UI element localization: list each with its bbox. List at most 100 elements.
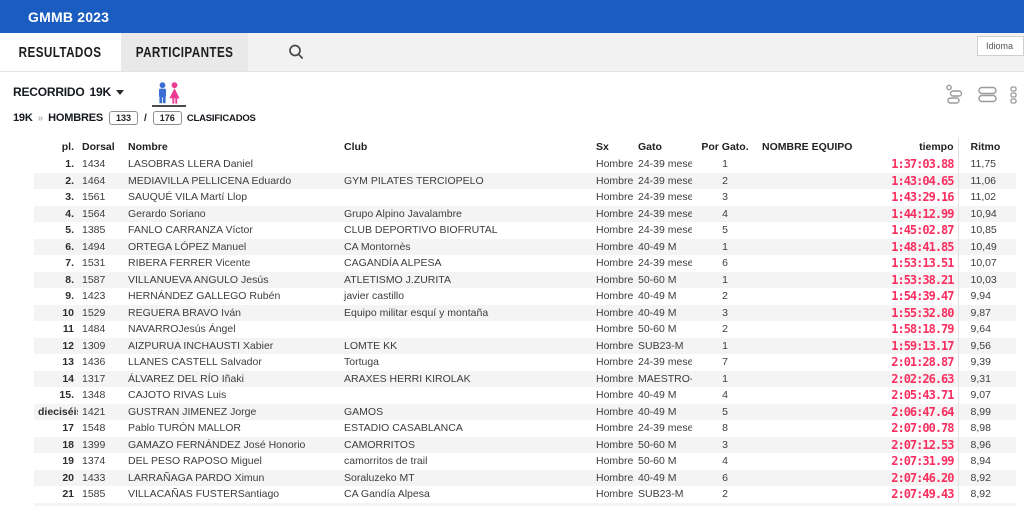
view-icons xyxy=(945,84,1018,105)
cell-equipo xyxy=(758,354,884,371)
cell-sx: Hombre xyxy=(592,404,634,421)
tab-participantes[interactable]: PARTICIPANTES xyxy=(121,33,248,71)
table-row[interactable]: 8.1587VILLANUEVA ANGULO JesúsATLETISMO J… xyxy=(34,272,1016,289)
cell-por_gato: 2 xyxy=(692,321,758,338)
table-row[interactable]: 211585VILLACAÑAS FUSTERSantiagoCA Gandía… xyxy=(34,486,1016,503)
cell-por_gato: 1 xyxy=(692,239,758,256)
list-view-button[interactable] xyxy=(978,85,997,104)
cell-club: Soraluzeko MT xyxy=(340,470,592,487)
cell-ritmo: 9,39 xyxy=(958,354,1016,371)
table-row[interactable]: 5.1385FANLO CARRANZA VíctorCLUB DEPORTIV… xyxy=(34,222,1016,239)
cell-sx: Hombre xyxy=(592,288,634,305)
header-row: pl.DorsalNombreClubSxGatoPor Gato.NOMBRE… xyxy=(34,137,1016,156)
cell-ritmo: 9,07 xyxy=(958,387,1016,404)
ranking-view-button[interactable] xyxy=(945,84,965,105)
tab-resultados-label: RESULTADOS xyxy=(19,44,102,61)
cell-club: ARAXES HERRI KIROLAK xyxy=(340,371,592,388)
cell-gato: MAESTRO-M xyxy=(634,371,692,388)
cell-tiempo: 1:59:13.17 xyxy=(884,338,958,355)
cell-tiempo: 1:55:32.80 xyxy=(884,305,958,322)
table-row[interactable]: 15.1348CAJOTO RIVAS LuisHombre40-49 M42:… xyxy=(34,387,1016,404)
cell-nombre: RIBERA FERRER Vicente xyxy=(124,255,340,272)
cell-club: Tortuga xyxy=(340,354,592,371)
table-row[interactable]: 9.1423HERNÁNDEZ GALLEGO Rubénjavier cast… xyxy=(34,288,1016,305)
cell-nombre: VILLANUEVA ANGULO Jesús xyxy=(124,272,340,289)
cell-gato: 40-49 M xyxy=(634,288,692,305)
cell-ritmo: 11,06 xyxy=(958,173,1016,190)
cell-dorsal: 1309 xyxy=(78,338,124,355)
cell-club: CA Gandía Alpesa xyxy=(340,486,592,503)
cell-club: GAMOS xyxy=(340,404,592,421)
cell-gato: 50-60 M xyxy=(634,272,692,289)
recorrido-label: RECORRIDO xyxy=(13,85,85,99)
cell-nombre: SAUQUÉ VILA Martí Llop xyxy=(124,189,340,206)
gender-filter-toggle[interactable] xyxy=(152,82,186,107)
cell-nombre: LASOBRAS LLERA Daniel xyxy=(124,156,340,173)
cell-gato: 40-49 M xyxy=(634,305,692,322)
cell-dorsal: 1585 xyxy=(78,486,124,503)
cell-sx: Hombre xyxy=(592,255,634,272)
cell-por_gato: 5 xyxy=(692,404,758,421)
table-row[interactable]: 7.1531RIBERA FERRER VicenteCAGANDÍA ALPE… xyxy=(34,255,1016,272)
cell-nombre: GAMAZO FERNÁNDEZ José Honorio xyxy=(124,437,340,454)
cell-gato: 40-49 M xyxy=(634,470,692,487)
table-row[interactable]: 131436LLANES CASTELL SalvadorTortugaHomb… xyxy=(34,354,1016,371)
cell-sx: Hombre xyxy=(592,387,634,404)
cell-tiempo: 2:07:12.53 xyxy=(884,437,958,454)
table-row[interactable]: 101529REGUERA BRAVO IvánEquipo militar e… xyxy=(34,305,1016,322)
app-titlebar: GMMB 2023 xyxy=(0,0,1024,33)
cell-ritmo: 9,64 xyxy=(958,321,1016,338)
cell-sx: Hombre xyxy=(592,239,634,256)
col-header-club: Club xyxy=(340,137,592,156)
language-button[interactable]: Idioma xyxy=(977,36,1024,56)
cell-club: ESTADIO CASABLANCA xyxy=(340,420,592,437)
cell-ritmo: 8,98 xyxy=(958,420,1016,437)
cell-pl: 20 xyxy=(34,470,78,487)
cell-sx: Hombre xyxy=(592,173,634,190)
table-row[interactable]: 171548Pablo TURÓN MALLORESTADIO CASABLAN… xyxy=(34,420,1016,437)
cell-gato: 50-60 M xyxy=(634,321,692,338)
cell-pl: 17 xyxy=(34,420,78,437)
table-row[interactable]: 3.1561SAUQUÉ VILA Martí LlopHombre24-39 … xyxy=(34,189,1016,206)
cell-club: CA Montornès xyxy=(340,239,592,256)
table-row[interactable]: dieciséis.1421GUSTRAN JIMENEZ JorgeGAMOS… xyxy=(34,404,1016,421)
cell-gato: 50-60 M xyxy=(634,437,692,454)
cell-sx: Hombre xyxy=(592,222,634,239)
cell-por_gato: 2 xyxy=(692,173,758,190)
table-row[interactable]: 2.1464MEDIAVILLA PELLICENA EduardoGYM PI… xyxy=(34,173,1016,190)
tab-resultados[interactable]: RESULTADOS xyxy=(0,33,121,71)
cell-sx: Hombre xyxy=(592,371,634,388)
cell-club: GYM PILATES TERCIOPELO xyxy=(340,173,592,190)
table-row[interactable]: 191374DEL PESO RAPOSO Miguelcamorritos d… xyxy=(34,453,1016,470)
table-row[interactable]: 4.1564Gerardo SorianoGrupo Alpino Javala… xyxy=(34,206,1016,223)
cell-pl: 11 xyxy=(34,321,78,338)
cell-pl: 2. xyxy=(34,173,78,190)
cell-tiempo: 2:07:00.78 xyxy=(884,420,958,437)
recorrido-dropdown[interactable]: RECORRIDO 19K xyxy=(13,85,124,99)
cell-pl: 3. xyxy=(34,189,78,206)
table-row[interactable]: 6.1494ORTEGA LÓPEZ ManuelCA MontornèsHom… xyxy=(34,239,1016,256)
table-row[interactable]: 141317ÁLVAREZ DEL RÍO IñakiARAXES HERRI … xyxy=(34,371,1016,388)
search-button[interactable] xyxy=(266,33,326,71)
cell-pl: dieciséis. xyxy=(34,404,78,421)
cell-equipo xyxy=(758,206,884,223)
cell-nombre: DEL PESO RAPOSO Miguel xyxy=(124,453,340,470)
cell-nombre: LLANES CASTELL Salvador xyxy=(124,354,340,371)
cell-pl: 7. xyxy=(34,255,78,272)
breadcrumb-separator: » xyxy=(38,113,44,124)
cell-ritmo: 8,94 xyxy=(958,453,1016,470)
table-row[interactable]: 181399GAMAZO FERNÁNDEZ José HonorioCAMOR… xyxy=(34,437,1016,454)
table-row[interactable]: 121309AIZPURUA INCHAUSTI XabierLOMTE KKH… xyxy=(34,338,1016,355)
cell-tiempo: 2:07:31.99 xyxy=(884,453,958,470)
gender-filter-underline xyxy=(152,105,186,107)
cell-equipo xyxy=(758,486,884,503)
table-row[interactable]: 1.1434LASOBRAS LLERA DanielHombre24-39 m… xyxy=(34,156,1016,173)
cell-equipo xyxy=(758,189,884,206)
table-row[interactable]: 201433LARRAÑAGA PARDO XimunSoraluzeko MT… xyxy=(34,470,1016,487)
cell-pl: 10 xyxy=(34,305,78,322)
tab-bar: RESULTADOS PARTICIPANTES Idioma xyxy=(0,33,1024,72)
cell-equipo xyxy=(758,404,884,421)
more-button[interactable] xyxy=(1010,85,1024,105)
cell-club: LOMTE KK xyxy=(340,338,592,355)
table-row[interactable]: 111484NAVARROJesús ÁngelHombre50-60 M21:… xyxy=(34,321,1016,338)
